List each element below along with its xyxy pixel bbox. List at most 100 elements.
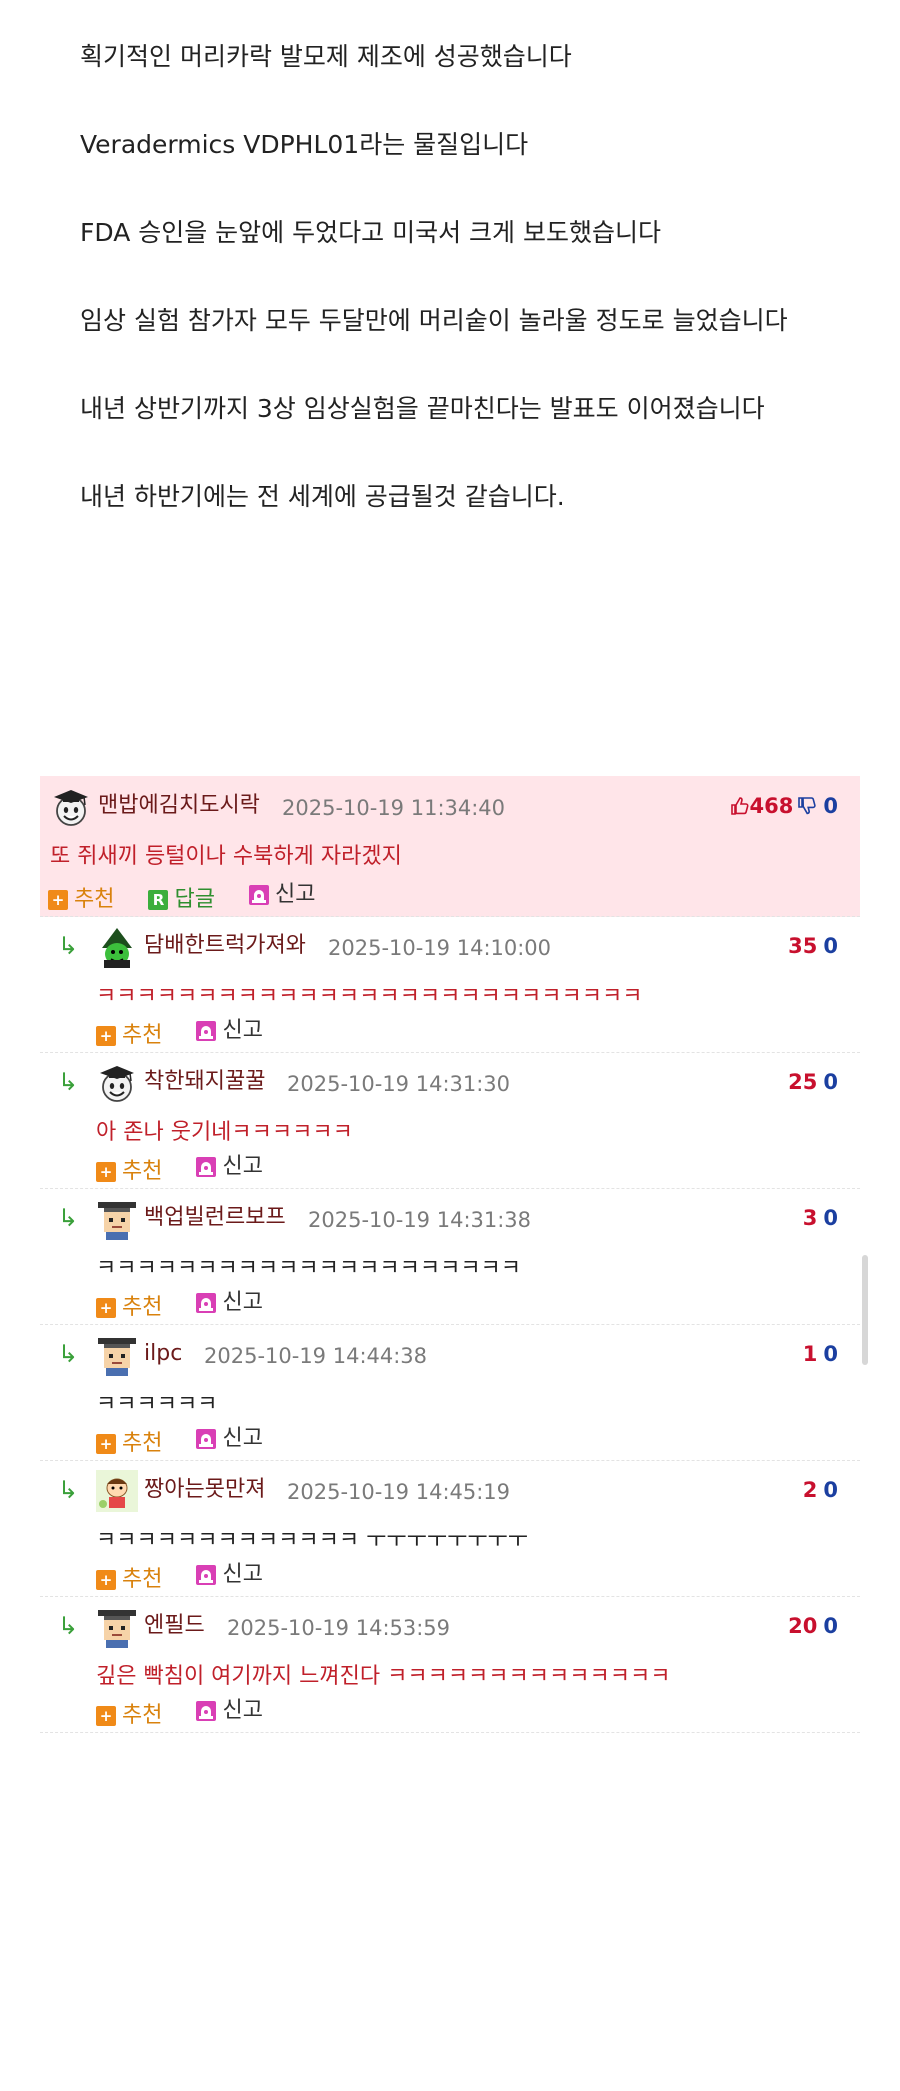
vote-counts: 25 0 <box>788 1068 838 1096</box>
avatar[interactable] <box>50 786 92 828</box>
vote-counts: 20 0 <box>788 1612 838 1640</box>
avatar[interactable] <box>96 1470 138 1512</box>
report-button[interactable]: 신고 <box>196 1152 263 1182</box>
comment-date: 2025-10-19 14:31:30 <box>287 1072 511 1096</box>
avatar[interactable] <box>96 1334 138 1376</box>
article-paragraph: Veradermics VDPHL01라는 물질입니다 <box>80 130 529 159</box>
downvote-count: 0 <box>823 1070 838 1094</box>
recommend-button[interactable]: + 추천 <box>96 1157 162 1187</box>
report-button[interactable]: 신고 <box>196 1016 263 1046</box>
thumbs-up-icon[interactable] <box>730 794 750 818</box>
reply-comment: ↳ 담배한트럭가져와 2025-10-19 14:10:00 35 0 ㅋㅋㅋㅋㅋㅋㅋㅋㅋ… <box>40 916 860 1053</box>
downvote-count: 0 <box>823 1478 838 1502</box>
report-button[interactable]: 신고 <box>248 880 316 910</box>
upvote-count: 20 <box>788 1614 818 1638</box>
scrollbar[interactable] <box>862 1255 868 1365</box>
comment-header: ↳ 담배한트럭가져와 2025-10-19 14:10:00 35 0 <box>40 916 860 978</box>
article-paragraph: FDA 승인을 눈앞에 두었다고 미국서 크게 보도했습니다 <box>80 218 661 247</box>
comment-author[interactable]: 짱아는못만져 <box>144 1476 265 1504</box>
comment-header: ↳ ilpc 2025-10-19 14:44:38 1 0 <box>40 1324 860 1386</box>
reply-comment: ↳ 착한돼지꿀꿀 2025-10-19 14:31:30 25 0 아 존나 웃기네ㅋㅋㅋ… <box>40 1052 860 1189</box>
avatar[interactable] <box>96 926 138 968</box>
comment-actions: + 추천 신고 <box>96 1016 297 1048</box>
comment-text: ㅋㅋㅋㅋㅋㅋ <box>96 1392 218 1417</box>
vote-counts: 468 0 <box>730 792 838 820</box>
comment-header: ↳ 짱아는못만져 2025-10-19 14:45:19 2 0 <box>40 1460 860 1522</box>
vote-counts: 35 0 <box>788 932 838 960</box>
vote-counts: 20 <box>803 1476 838 1504</box>
report-label: 신고 <box>222 1426 263 1451</box>
reply-arrow-icon: ↳ <box>58 1068 79 1096</box>
recommend-button[interactable]: + 추천 <box>96 1293 162 1323</box>
recommend-button[interactable]: + 추천 <box>96 1429 162 1459</box>
comment-author[interactable]: 담배한트럭가져와 <box>144 932 306 960</box>
plus-icon: + <box>96 1570 116 1590</box>
thumbs-down-icon[interactable] <box>797 794 817 818</box>
reply-arrow-icon: ↳ <box>58 1476 79 1504</box>
comment-date: 2025-10-19 14:45:19 <box>287 1480 511 1504</box>
reply-arrow-icon: ↳ <box>58 932 79 960</box>
upvote-count: 25 <box>788 1070 818 1094</box>
avatar[interactable] <box>96 1062 138 1104</box>
report-button[interactable]: 신고 <box>196 1696 263 1726</box>
downvote-count: 0 <box>823 1206 838 1230</box>
recommend-label: 추천 <box>122 1703 163 1728</box>
plus-icon: + <box>96 1026 116 1046</box>
comment-date: 2025-10-19 14:10:00 <box>328 936 552 960</box>
upvote-count: 3 <box>802 1206 818 1230</box>
article-paragraph: 획기적인 머리카락 발모제 제조에 성공했습니다 <box>80 42 572 71</box>
vote-counts: 30 <box>803 1204 838 1232</box>
report-label: 신고 <box>222 1698 263 1723</box>
siren-icon <box>196 1021 217 1041</box>
comment-author[interactable]: 엔필드 <box>144 1612 205 1640</box>
siren-icon <box>196 1565 217 1585</box>
comment-header: ↳ 엔필드 2025-10-19 14:53:59 20 0 <box>40 1596 860 1658</box>
avatar[interactable] <box>96 1198 138 1240</box>
comment-author[interactable]: 백업빌런르보프 <box>144 1204 286 1232</box>
reply-comment: ↳ 엔필드 2025-10-19 14:53:59 20 0 깊은 빡침이 여기까지 느껴… <box>40 1596 860 1733</box>
siren-icon <box>196 1701 217 1721</box>
reply-comment: ↳ ilpc 2025-10-19 14:44:38 1 0 ㅋㅋㅋㅋㅋㅋ + 추천 신고 <box>40 1324 860 1461</box>
article-paragraph: 내년 하반기에는 전 세계에 공급될것 같습니다. <box>80 482 565 511</box>
plus-icon: + <box>96 1298 116 1318</box>
downvote-count: 0 <box>823 934 838 958</box>
report-button[interactable]: 신고 <box>196 1560 263 1590</box>
comment-actions: + 추천 신고 <box>96 1288 297 1320</box>
reply-comment: ↳ 백업빌런르보프 2025-10-19 14:31:38 3 0 ㅋㅋㅋㅋㅋㅋㅋㅋㅋㅋㅋ… <box>40 1188 860 1325</box>
recommend-button[interactable]: + 추천 <box>96 1565 162 1595</box>
recommend-label: 추천 <box>122 1023 163 1048</box>
comment-text: 또 쥐새끼 등털이나 수북하게 자라겠지 <box>50 844 402 869</box>
recommend-button[interactable]: + 추천 <box>96 1701 162 1731</box>
avatar[interactable] <box>96 1606 138 1648</box>
comment-author[interactable]: ilpc <box>144 1340 182 1368</box>
reply-label: 답글 <box>174 887 215 912</box>
comment-actions: + 추천 신고 <box>96 1152 297 1184</box>
recommend-button[interactable]: + 추천 <box>48 885 114 915</box>
article-paragraph: 임상 실험 참가자 모두 두달만에 머리숱이 놀라울 정도로 늘었습니다 <box>80 306 788 335</box>
report-label: 신고 <box>222 1018 263 1043</box>
comment-text: ㅋㅋㅋㅋㅋㅋㅋㅋㅋㅋㅋㅋㅋ ㅜㅜㅜㅜㅜㅜㅜㅜ <box>96 1528 529 1553</box>
comment-actions: + 추천 R 답글 신고 <box>48 880 349 912</box>
reply-arrow-icon: ↳ <box>58 1612 79 1640</box>
reply-button[interactable]: R 답글 <box>148 885 215 915</box>
report-button[interactable]: 신고 <box>196 1288 263 1318</box>
recommend-button[interactable]: + 추천 <box>96 1021 162 1051</box>
comment-author[interactable]: 착한돼지꿀꿀 <box>144 1068 265 1096</box>
reply-comment: ↳ 짱아는못만져 2025-10-19 14:45:19 2 0 ㅋㅋㅋㅋㅋㅋㅋㅋㅋㅋㅋㅋ… <box>40 1460 860 1597</box>
comment-author[interactable]: 맨밥에김치도시락 <box>98 792 260 820</box>
recommend-label: 추천 <box>74 887 115 912</box>
comment-actions: + 추천 신고 <box>96 1560 297 1592</box>
comment-text: 아 존나 웃기네ㅋㅋㅋㅋㅋㅋ <box>96 1120 353 1145</box>
upvote-count: 468 <box>749 794 794 818</box>
plus-icon: + <box>96 1434 116 1454</box>
recommend-label: 추천 <box>122 1295 163 1320</box>
upvote-count: 35 <box>788 934 818 958</box>
report-button[interactable]: 신고 <box>196 1424 263 1454</box>
comment-actions: + 추천 신고 <box>96 1424 297 1456</box>
report-label: 신고 <box>274 882 316 907</box>
downvote-count: 0 <box>823 794 838 818</box>
comment-text: 깊은 빡침이 여기까지 느껴진다 ㅋㅋㅋㅋㅋㅋㅋㅋㅋㅋㅋㅋㅋㅋ <box>96 1664 671 1689</box>
recommend-label: 추천 <box>122 1159 163 1184</box>
comment-header: ↳ 착한돼지꿀꿀 2025-10-19 14:31:30 25 0 <box>40 1052 860 1114</box>
siren-icon <box>196 1429 217 1449</box>
